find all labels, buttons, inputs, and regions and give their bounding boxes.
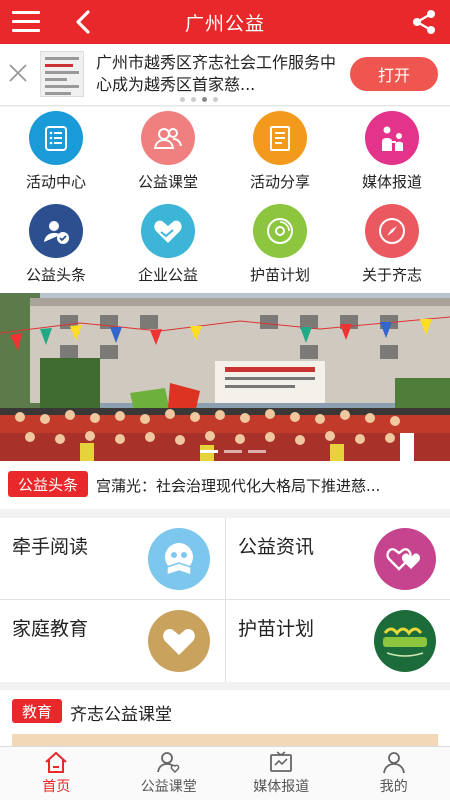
grid-item-headlines[interactable]: 公益头条 bbox=[0, 200, 112, 290]
tab-home[interactable]: 首页 bbox=[0, 747, 113, 800]
grid-label: 公益课堂 bbox=[137, 173, 198, 191]
tile-family-education[interactable]: 家庭教育 bbox=[0, 600, 224, 681]
promo-text[interactable]: 广州市越秀区齐志社会工作服务中心成为越秀区首家慈... bbox=[96, 52, 341, 98]
back-icon[interactable] bbox=[68, 6, 100, 38]
grid-item-seedling-plan[interactable]: 护苗计划 bbox=[224, 200, 336, 290]
class-icon bbox=[156, 752, 180, 774]
headline-text[interactable]: 宫蒲光：社会治理现代化大格局下推进慈... bbox=[96, 475, 436, 496]
headline-tag: 公益头条 bbox=[8, 471, 88, 497]
tile-label: 护苗计划 bbox=[238, 618, 315, 640]
home-icon bbox=[45, 751, 67, 773]
grid-label: 关于齐志 bbox=[361, 266, 422, 284]
grid-label: 企业公益 bbox=[137, 266, 198, 284]
category-grid: 活动中心 公益课堂 活动分享 媒体报道 公益头条 企业公益 护苗计划 关于齐志 bbox=[0, 107, 450, 293]
feature-tiles: 牵手阅读 公益资讯 家庭教育 护苗计划 bbox=[0, 518, 450, 682]
headline-ticker[interactable]: 公益头条 宫蒲光：社会治理现代化大格局下推进慈... bbox=[0, 461, 450, 509]
disc-icon bbox=[253, 204, 307, 258]
page-title: 广州公益 bbox=[184, 12, 265, 35]
app: 广州公益 广州市越秀区齐志社会工作服务中心成为越秀区首家慈... 打开 活动中心 bbox=[0, 0, 450, 800]
section-tag: 教育 bbox=[12, 699, 62, 723]
top-bar: 广州公益 bbox=[0, 0, 450, 44]
group-photo bbox=[0, 293, 450, 461]
user-icon bbox=[382, 752, 405, 774]
grid-item-charity-class[interactable]: 公益课堂 bbox=[112, 107, 224, 197]
promo-thumbnail bbox=[40, 51, 84, 97]
app-promo-banner: 广州市越秀区齐志社会工作服务中心成为越秀区首家慈... 打开 bbox=[0, 44, 450, 106]
hearts-icon bbox=[374, 528, 436, 590]
share-icon[interactable] bbox=[410, 8, 438, 36]
people-icon bbox=[141, 111, 195, 165]
close-icon[interactable] bbox=[8, 63, 28, 83]
tab-label: 我的 bbox=[379, 779, 408, 795]
tab-media-reports[interactable]: 媒体报道 bbox=[225, 747, 338, 800]
handshake-heart-icon bbox=[141, 204, 195, 258]
heart-icon bbox=[148, 610, 210, 672]
book-reader-icon bbox=[148, 528, 210, 590]
grid-label: 公益头条 bbox=[25, 266, 86, 284]
tab-label: 公益课堂 bbox=[140, 779, 197, 795]
grid-item-activity-share[interactable]: 活动分享 bbox=[224, 107, 336, 197]
compass-icon bbox=[365, 204, 419, 258]
tile-label: 家庭教育 bbox=[12, 618, 89, 640]
tab-label: 首页 bbox=[42, 779, 71, 795]
banner-pager bbox=[180, 97, 218, 102]
grid-item-activity-center[interactable]: 活动中心 bbox=[0, 107, 112, 197]
tab-label: 媒体报道 bbox=[253, 779, 310, 795]
grid-label: 媒体报道 bbox=[361, 173, 422, 191]
section-title: 齐志公益课堂 bbox=[70, 705, 172, 725]
user-check-icon bbox=[29, 204, 83, 258]
menu-icon[interactable] bbox=[12, 11, 42, 33]
grid-label: 护苗计划 bbox=[249, 266, 310, 284]
list-doc-icon bbox=[29, 111, 83, 165]
grid-item-media-reports[interactable]: 媒体报道 bbox=[336, 107, 448, 197]
tab-mine[interactable]: 我的 bbox=[338, 747, 450, 800]
family-icon bbox=[365, 111, 419, 165]
seedling-logo-icon bbox=[374, 610, 436, 672]
bottom-tab-bar: 首页 公益课堂 媒体报道 我的 bbox=[0, 746, 450, 800]
hero-photo-carousel[interactable] bbox=[0, 293, 450, 461]
open-app-button[interactable]: 打开 bbox=[350, 57, 438, 91]
grid-item-about[interactable]: 关于齐志 bbox=[336, 200, 448, 290]
grid-item-corporate-charity[interactable]: 企业公益 bbox=[112, 200, 224, 290]
media-icon bbox=[270, 751, 293, 772]
tile-label: 公益资讯 bbox=[238, 536, 315, 558]
grid-label: 活动中心 bbox=[25, 173, 86, 191]
notebook-icon bbox=[253, 111, 307, 165]
tile-news[interactable]: 公益资讯 bbox=[226, 518, 450, 599]
tab-charity-class[interactable]: 公益课堂 bbox=[113, 747, 226, 800]
tile-reading[interactable]: 牵手阅读 bbox=[0, 518, 224, 599]
section-charity-class[interactable]: 教育 齐志公益课堂 bbox=[0, 690, 450, 746]
carousel-indicators bbox=[200, 450, 266, 453]
section-image-peek bbox=[12, 734, 438, 746]
tile-seedling-plan[interactable]: 护苗计划 bbox=[226, 600, 450, 681]
grid-label: 活动分享 bbox=[249, 173, 310, 191]
tile-label: 牵手阅读 bbox=[12, 536, 89, 558]
